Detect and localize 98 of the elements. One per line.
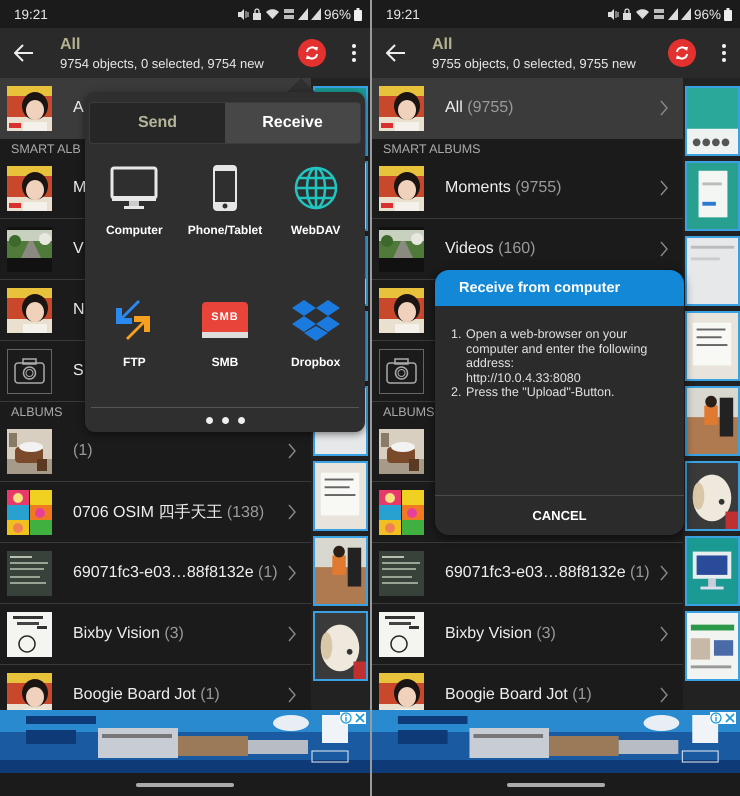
back-arrow-icon[interactable]	[14, 44, 34, 62]
drive-icon: SMB	[202, 302, 248, 338]
signal-icon	[668, 8, 678, 20]
chevron-icon	[288, 443, 296, 459]
camera-icon	[379, 348, 424, 394]
signal-icon	[298, 8, 308, 20]
chevron-icon	[660, 565, 668, 581]
dropbox-icon	[292, 298, 340, 342]
screen-title: All	[60, 36, 82, 54]
album-title: V	[73, 240, 84, 258]
battery-icon	[354, 8, 362, 20]
menu-icon[interactable]	[722, 44, 726, 62]
section-header: ALBUMS	[10, 404, 62, 420]
status-summary: 9755 objects, 0 selected, 9755 new	[432, 56, 636, 70]
album-row[interactable]: Moments (9755)	[372, 158, 683, 219]
album-title: M	[73, 179, 86, 197]
page-dot[interactable]	[206, 416, 212, 424]
sync-button[interactable]	[298, 39, 326, 67]
lock-icon	[622, 8, 632, 20]
signal-icon	[310, 8, 321, 20]
target-button[interactable]: Dropbox	[270, 296, 361, 407]
album-title: 69071fc3-e03…88f8132e (1)	[445, 564, 650, 582]
battery-icon	[724, 8, 732, 20]
album-title: Boogie Board Jot (1)	[73, 686, 220, 704]
globe-icon	[292, 165, 339, 211]
page-dot[interactable]	[222, 416, 228, 424]
album-title: 0706 OSIM 四手天王 (138)	[73, 502, 264, 522]
camera-icon	[7, 348, 52, 394]
volte-icon	[282, 8, 295, 20]
sync-icon	[674, 45, 690, 61]
clock: 19:21	[386, 6, 420, 22]
close-icon[interactable]	[724, 712, 736, 724]
album-title: 69071fc3-e03…88f8132e (1)	[73, 564, 278, 582]
target-button[interactable]: Computer	[89, 164, 180, 276]
album-title: (1)	[73, 442, 93, 460]
section-header: ALBUMS	[382, 404, 434, 420]
target-button[interactable]: WebDAV	[270, 164, 361, 276]
album-row[interactable]: Bixby Vision (3)	[0, 604, 311, 665]
battery-percent: 96%	[324, 6, 351, 22]
volte-icon	[652, 8, 665, 20]
page-dot[interactable]	[238, 416, 244, 424]
album-title: Bixby Vision (3)	[73, 625, 184, 643]
screen-title: All	[432, 36, 454, 54]
wifi-icon	[634, 8, 650, 20]
info-icon[interactable]	[340, 712, 352, 724]
mute-icon	[606, 8, 619, 20]
battery-percent: 96%	[694, 6, 721, 22]
album-row[interactable]: 69071fc3-e03…88f8132e (1)	[372, 543, 683, 604]
close-icon[interactable]	[354, 712, 366, 724]
target-button[interactable]: FTP	[89, 296, 180, 407]
chevron-icon	[288, 687, 296, 703]
instruction-text: Open a web-browser on your computer and enter the following address: http://10.0.4.33:8080	[466, 327, 648, 385]
section-header: SMART ALBUMS	[382, 140, 480, 158]
chevron-icon	[660, 626, 668, 642]
step-number: 2.	[451, 385, 462, 400]
chevron-icon	[660, 180, 668, 196]
album-title: S	[73, 362, 84, 380]
status-summary: 9754 objects, 0 selected, 9754 new	[60, 56, 264, 70]
mute-icon	[236, 8, 249, 20]
chevron-icon	[288, 504, 296, 520]
mode-tab[interactable]: Receive	[225, 103, 360, 143]
section-header: SMART ALB	[10, 140, 81, 158]
smartphone-icon	[212, 164, 238, 212]
album-row[interactable]: Bixby Vision (3)	[372, 604, 683, 665]
clock: 19:21	[14, 6, 48, 22]
album-title: Moments (9755)	[445, 179, 562, 197]
sync-button[interactable]	[668, 39, 696, 67]
chevron-icon	[660, 241, 668, 257]
album-row[interactable]: All (9755)	[372, 78, 683, 139]
mode-tab[interactable]: Send	[90, 103, 225, 143]
album-row[interactable]: 0706 OSIM 四手天王 (138)	[0, 482, 311, 543]
lock-icon	[252, 8, 262, 20]
sync-icon	[304, 45, 320, 61]
monitor-icon	[110, 166, 158, 210]
album-title: Boogie Board Jot (1)	[445, 686, 592, 704]
album-title: All (9755)	[445, 99, 514, 117]
target-button[interactable]: Phone/Tablet	[180, 164, 270, 276]
album-title: Videos (160)	[445, 240, 536, 258]
wifi-icon	[264, 8, 280, 20]
chevron-icon	[660, 100, 668, 116]
album-row[interactable]: 69071fc3-e03…88f8132e (1)	[0, 543, 311, 604]
chevron-icon	[660, 687, 668, 703]
home-indicator[interactable]	[136, 782, 234, 786]
info-icon[interactable]	[710, 712, 722, 724]
signal-icon	[680, 8, 691, 20]
chevron-icon	[288, 565, 296, 581]
menu-icon[interactable]	[352, 44, 356, 62]
step-number: 1.	[451, 327, 462, 343]
album-title: A	[73, 99, 84, 117]
back-arrow-icon[interactable]	[386, 44, 406, 62]
cancel-button[interactable]: CANCEL	[435, 495, 684, 535]
dialog-title: Receive from computer	[435, 270, 684, 306]
instruction-text: Press the "Upload"-Button.	[466, 385, 615, 400]
target-button[interactable]: SMB SMB	[180, 296, 270, 407]
chevron-icon	[288, 626, 296, 642]
home-indicator[interactable]	[507, 782, 605, 786]
album-title: Bixby Vision (3)	[445, 625, 556, 643]
album-title: N	[73, 301, 85, 319]
